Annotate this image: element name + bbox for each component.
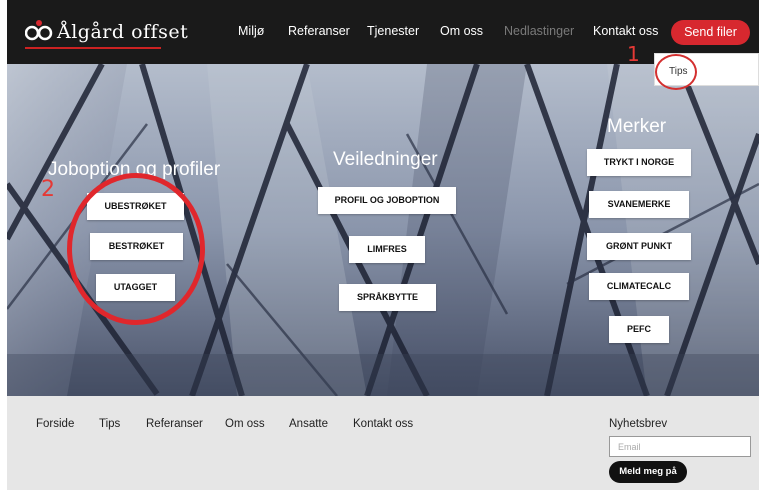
page-frame: Ålgård offset Miljø Referanser Tjenester… bbox=[7, 0, 759, 490]
nav-miljo[interactable]: Miljø bbox=[238, 24, 264, 38]
nav-nedlastinger[interactable]: Nedlastinger bbox=[504, 24, 574, 38]
main-nav: Miljø Referanser Tjenester Om oss Nedlas… bbox=[7, 0, 759, 64]
nav-tjenester[interactable]: Tjenester bbox=[367, 24, 419, 38]
site-header: Ålgård offset Miljø Referanser Tjenester… bbox=[7, 0, 759, 64]
newsletter-label: Nyhetsbrev bbox=[609, 418, 668, 430]
send-files-button[interactable]: Send filer bbox=[671, 20, 750, 45]
footer-link-om-oss[interactable]: Om oss bbox=[225, 418, 265, 430]
newsletter-subscribe-button[interactable]: Meld meg på bbox=[609, 461, 687, 483]
btn-climatecalc[interactable]: CLIMATECALC bbox=[589, 273, 689, 300]
newsletter-email-input[interactable] bbox=[609, 436, 751, 457]
footer-link-tips[interactable]: Tips bbox=[99, 418, 120, 430]
btn-pefc[interactable]: PEFC bbox=[609, 316, 669, 343]
window-left-edge bbox=[0, 0, 7, 490]
btn-gront-punkt[interactable]: GRØNT PUNKT bbox=[587, 233, 691, 260]
footer-link-referanser[interactable]: Referanser bbox=[146, 418, 203, 430]
footer-link-ansatte[interactable]: Ansatte bbox=[289, 418, 328, 430]
site-footer: Forside Tips Referanser Om oss Ansatte K… bbox=[7, 396, 759, 490]
btn-svanemerke[interactable]: SVANEMERKE bbox=[589, 191, 689, 218]
footer-link-kontakt-oss[interactable]: Kontakt oss bbox=[353, 418, 413, 430]
nav-om-oss[interactable]: Om oss bbox=[440, 24, 483, 38]
nav-referanser[interactable]: Referanser bbox=[288, 24, 350, 38]
annotation-number-1: 1 bbox=[627, 42, 640, 66]
footer-link-forside[interactable]: Forside bbox=[36, 418, 74, 430]
btn-profil-og-joboption[interactable]: PROFIL OG JOBOPTION bbox=[318, 187, 456, 214]
btn-trykt-i-norge[interactable]: TRYKT I NORGE bbox=[587, 149, 691, 176]
annotation-circle-tips bbox=[655, 54, 697, 90]
annotation-number-2: 2 bbox=[41, 177, 55, 202]
section-title-merker: Merker bbox=[607, 116, 667, 137]
annotation-circle-joboption-buttons bbox=[67, 173, 205, 325]
nav-kontakt-oss[interactable]: Kontakt oss bbox=[593, 24, 658, 38]
btn-limfres[interactable]: LIMFRES bbox=[349, 236, 425, 263]
section-title-veiledninger: Veiledninger bbox=[333, 149, 438, 170]
btn-sprakbytte[interactable]: SPRÅKBYTTE bbox=[339, 284, 436, 311]
